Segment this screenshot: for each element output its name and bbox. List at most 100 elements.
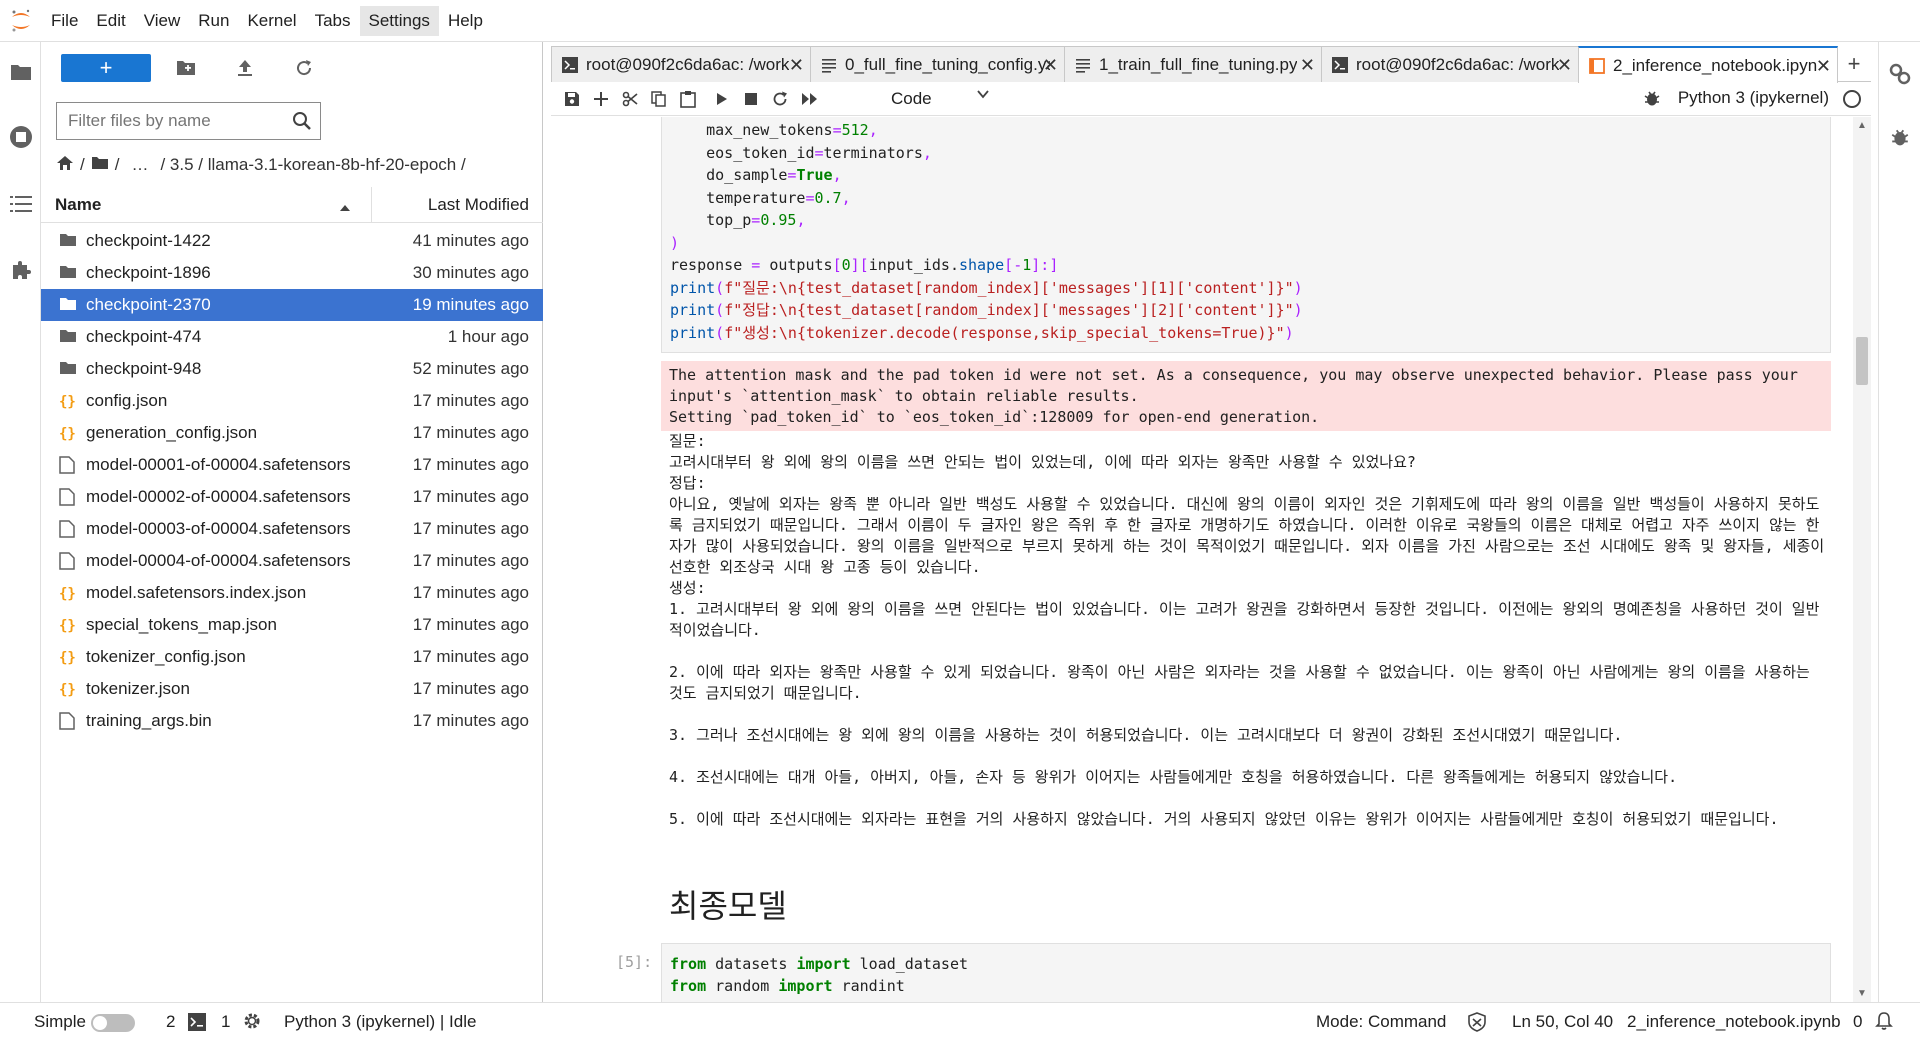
debugger-icon[interactable] (1879, 117, 1920, 157)
file-list-item[interactable]: checkpoint-1422 41 minutes ago (41, 225, 543, 257)
menu-edit[interactable]: Edit (87, 6, 134, 36)
kernel-status[interactable]: Python 3 (ipykernel) | Idle (284, 1012, 476, 1032)
file-name: checkpoint-474 (86, 327, 202, 346)
upload-icon[interactable] (231, 54, 259, 82)
file-icon (59, 520, 77, 538)
interrupt-kernel-icon[interactable] (738, 86, 764, 112)
refresh-icon[interactable] (290, 54, 318, 82)
json-file-icon: {} (59, 424, 77, 442)
document-tab[interactable]: 0_full_fine_tuning_config.ya ✕ (810, 46, 1065, 82)
close-icon[interactable]: ✕ (1043, 55, 1058, 76)
file-list-item[interactable]: {} tokenizer_config.json 17 minutes ago (41, 641, 543, 673)
file-name: checkpoint-1422 (86, 231, 211, 250)
menu-file[interactable]: File (42, 6, 87, 36)
file-list-item[interactable]: training_args.bin 17 minutes ago (41, 705, 543, 737)
restart-kernel-icon[interactable] (767, 86, 793, 112)
table-of-contents-icon[interactable] (0, 184, 41, 224)
svg-text:{}: {} (59, 394, 76, 410)
filter-files-input[interactable] (57, 111, 282, 131)
notification-count[interactable]: 0 (1853, 1012, 1862, 1032)
breadcrumb-path[interactable]: / 3.5 / llama-3.1-korean-8b-hf-20-epoch … (160, 155, 465, 175)
kernel-name[interactable]: Python 3 (ipykernel) (1678, 88, 1829, 108)
cursor-position[interactable]: Ln 50, Col 40 (1512, 1012, 1613, 1032)
document-tab[interactable]: 1_train_full_fine_tuning.py ✕ (1064, 46, 1322, 82)
kernels-count[interactable]: 1 (221, 1012, 230, 1032)
paste-icon[interactable] (675, 86, 701, 112)
menu-tabs[interactable]: Tabs (306, 6, 360, 36)
terminal-icon[interactable] (188, 1013, 206, 1036)
copy-icon[interactable] (646, 86, 672, 112)
kernel-gear-icon[interactable] (243, 1012, 261, 1035)
code-cell-source[interactable]: from datasets import load_dataset from r… (662, 944, 1830, 997)
extension-manager-icon[interactable] (0, 250, 41, 290)
sort-ascending-icon[interactable] (339, 197, 351, 217)
file-list-item[interactable]: checkpoint-948 52 minutes ago (41, 353, 543, 385)
file-list-item[interactable]: model-00003-of-00004.safetensors 17 minut… (41, 513, 543, 545)
code-cell-editor[interactable]: max_new_tokens=512, eos_token_id=termina… (661, 117, 1831, 353)
save-icon[interactable] (559, 86, 585, 112)
file-list-item[interactable]: {} generation_config.json 17 minutes ago (41, 417, 543, 449)
document-tab[interactable]: root@090f2c6da6ac: /work ✕ (551, 46, 811, 82)
column-name-header[interactable]: Name (55, 195, 101, 215)
svg-text:{}: {} (59, 618, 76, 634)
close-icon[interactable]: ✕ (1816, 56, 1831, 77)
chevron-down-icon[interactable] (976, 87, 990, 106)
notification-bell-icon[interactable] (1875, 1011, 1893, 1036)
scroll-up-icon[interactable]: ▲ (1857, 120, 1867, 131)
debugger-bug-icon[interactable] (1643, 89, 1661, 112)
new-folder-icon[interactable] (172, 54, 200, 82)
file-modified: 17 minutes ago (412, 519, 529, 538)
cut-icon[interactable] (617, 86, 643, 112)
search-icon[interactable] (292, 111, 312, 136)
file-list-item[interactable]: checkpoint-2370 19 minutes ago (41, 289, 543, 321)
breadcrumb-ellipsis[interactable]: … (131, 155, 148, 175)
column-divider[interactable] (371, 187, 372, 223)
file-list-item[interactable]: {} tokenizer.json 17 minutes ago (41, 673, 543, 705)
file-modified: 17 minutes ago (412, 647, 529, 666)
restart-run-all-icon[interactable] (797, 86, 823, 112)
file-name: model-00002-of-00004.safetensors (86, 487, 351, 506)
file-browser-icon[interactable] (0, 52, 41, 92)
run-cell-icon[interactable] (709, 86, 735, 112)
breadcrumb: / / … / 3.5 / llama-3.1-korean-8b-hf-20-… (56, 152, 466, 178)
property-inspector-icon[interactable] (1879, 54, 1920, 94)
menu-run[interactable]: Run (189, 6, 238, 36)
menu-settings[interactable]: Settings (359, 5, 439, 36)
json-file-icon: {} (59, 616, 77, 634)
scrollbar-thumb[interactable] (1856, 337, 1868, 385)
terminals-count[interactable]: 2 (166, 1012, 175, 1032)
menu-kernel[interactable]: Kernel (238, 6, 305, 36)
file-list-item[interactable]: model-00004-of-00004.safetensors 17 minut… (41, 545, 543, 577)
code-cell-editor[interactable]: from datasets import load_dataset from r… (661, 943, 1831, 1002)
document-tab[interactable]: 2_inference_notebook.ipyn ✕ (1578, 46, 1838, 83)
simple-mode-toggle[interactable] (91, 1014, 135, 1032)
column-modified-header[interactable]: Last Modified (428, 195, 529, 215)
svg-text:{}: {} (59, 650, 76, 666)
scroll-down-icon[interactable]: ▼ (1857, 988, 1867, 999)
filter-files-box (56, 102, 321, 140)
file-browser-panel: + / / … / 3.5 / llama-3.1-korean-8b-hf-2… (41, 42, 543, 1002)
new-launcher-button[interactable]: + (61, 54, 151, 82)
folder-icon[interactable] (91, 155, 109, 175)
file-list-item[interactable]: model-00002-of-00004.safetensors 17 minut… (41, 481, 543, 513)
menu-view[interactable]: View (135, 6, 190, 36)
file-list-item[interactable]: {} model.safetensors.index.json 17 minutes… (41, 577, 543, 609)
file-list-item[interactable]: checkpoint-474 1 hour ago (41, 321, 543, 353)
insert-cell-icon[interactable] (588, 86, 614, 112)
add-tab-icon[interactable]: + (1837, 46, 1871, 82)
file-list-item[interactable]: {} config.json 17 minutes ago (41, 385, 543, 417)
notebook-scrollbar[interactable]: ▲ ▼ (1853, 117, 1871, 1002)
menu-help[interactable]: Help (439, 6, 492, 36)
home-icon[interactable] (56, 155, 74, 176)
file-list-item[interactable]: {} special_tokens_map.json 17 minutes ago (41, 609, 543, 641)
file-modified: 17 minutes ago (412, 455, 529, 474)
file-list-item[interactable]: checkpoint-1896 30 minutes ago (41, 257, 543, 289)
file-list-item[interactable]: model-00001-of-00004.safetensors 17 minut… (41, 449, 543, 481)
close-icon[interactable]: ✕ (789, 55, 804, 76)
document-tab[interactable]: root@090f2c6da6ac: /work ✕ (1321, 46, 1579, 82)
running-sessions-icon[interactable] (0, 117, 41, 157)
trusted-shield-icon[interactable] (1468, 1012, 1486, 1037)
code-cell-source[interactable]: max_new_tokens=512, eos_token_id=termina… (662, 117, 1830, 344)
close-icon[interactable]: ✕ (1557, 55, 1572, 76)
close-icon[interactable]: ✕ (1300, 55, 1315, 76)
